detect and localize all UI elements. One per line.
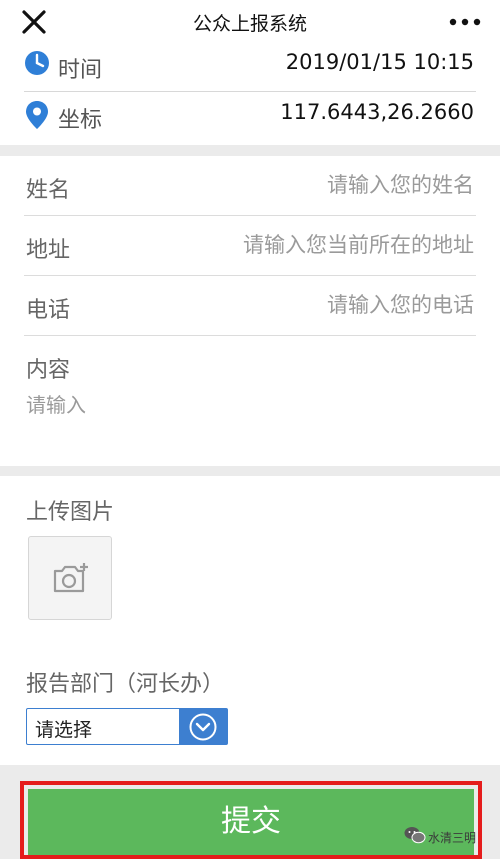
phone-input[interactable] — [154, 288, 474, 322]
more-options-icon[interactable] — [448, 10, 482, 34]
time-label: 时间 — [58, 58, 103, 83]
watermark: 水清三明 — [404, 826, 500, 848]
name-input[interactable] — [154, 168, 474, 202]
coordinate-value: 117.6443,26.2660 — [280, 100, 474, 124]
address-row: 地址 — [24, 216, 476, 276]
location-info-panel: 时间 2019/01/15 10:15 坐标 117.6443,26.2660 — [0, 44, 500, 145]
camera-add-icon — [53, 563, 88, 593]
time-row: 时间 2019/01/15 10:15 — [24, 44, 476, 92]
department-select-value: 请选择 — [35, 719, 93, 741]
address-label: 地址 — [26, 238, 71, 263]
top-navigation-bar: 公众上报系统 — [0, 0, 500, 44]
upload-label: 上传图片 — [26, 500, 115, 525]
clock-icon — [24, 50, 50, 80]
watermark-text: 水清三明 — [428, 831, 477, 845]
wechat-icon — [404, 827, 426, 844]
content-label: 内容 — [26, 358, 71, 383]
coordinate-row: 坐标 117.6443,26.2660 — [24, 94, 476, 142]
report-form: 姓名 地址 电话 内容 — [0, 156, 500, 466]
department-label: 报告部门（河长办） — [26, 672, 225, 697]
add-photo-button[interactable] — [28, 536, 112, 620]
phone-label: 电话 — [26, 298, 71, 323]
divider — [24, 91, 476, 92]
name-row: 姓名 — [24, 156, 476, 216]
dropdown-button[interactable] — [179, 709, 227, 744]
coordinate-label: 坐标 — [58, 108, 103, 133]
content-textarea[interactable] — [26, 389, 466, 449]
department-select[interactable]: 请选择 — [26, 708, 228, 745]
phone-row: 电话 — [24, 276, 476, 336]
name-label: 姓名 — [26, 178, 71, 203]
upload-section: 上传图片 报告部门（河长办） 请选择 — [0, 476, 500, 765]
address-input[interactable] — [154, 228, 474, 262]
time-value: 2019/01/15 10:15 — [285, 50, 474, 74]
chevron-down-icon — [189, 713, 217, 741]
location-pin-icon — [24, 100, 50, 130]
page-title: 公众上报系统 — [192, 13, 307, 35]
